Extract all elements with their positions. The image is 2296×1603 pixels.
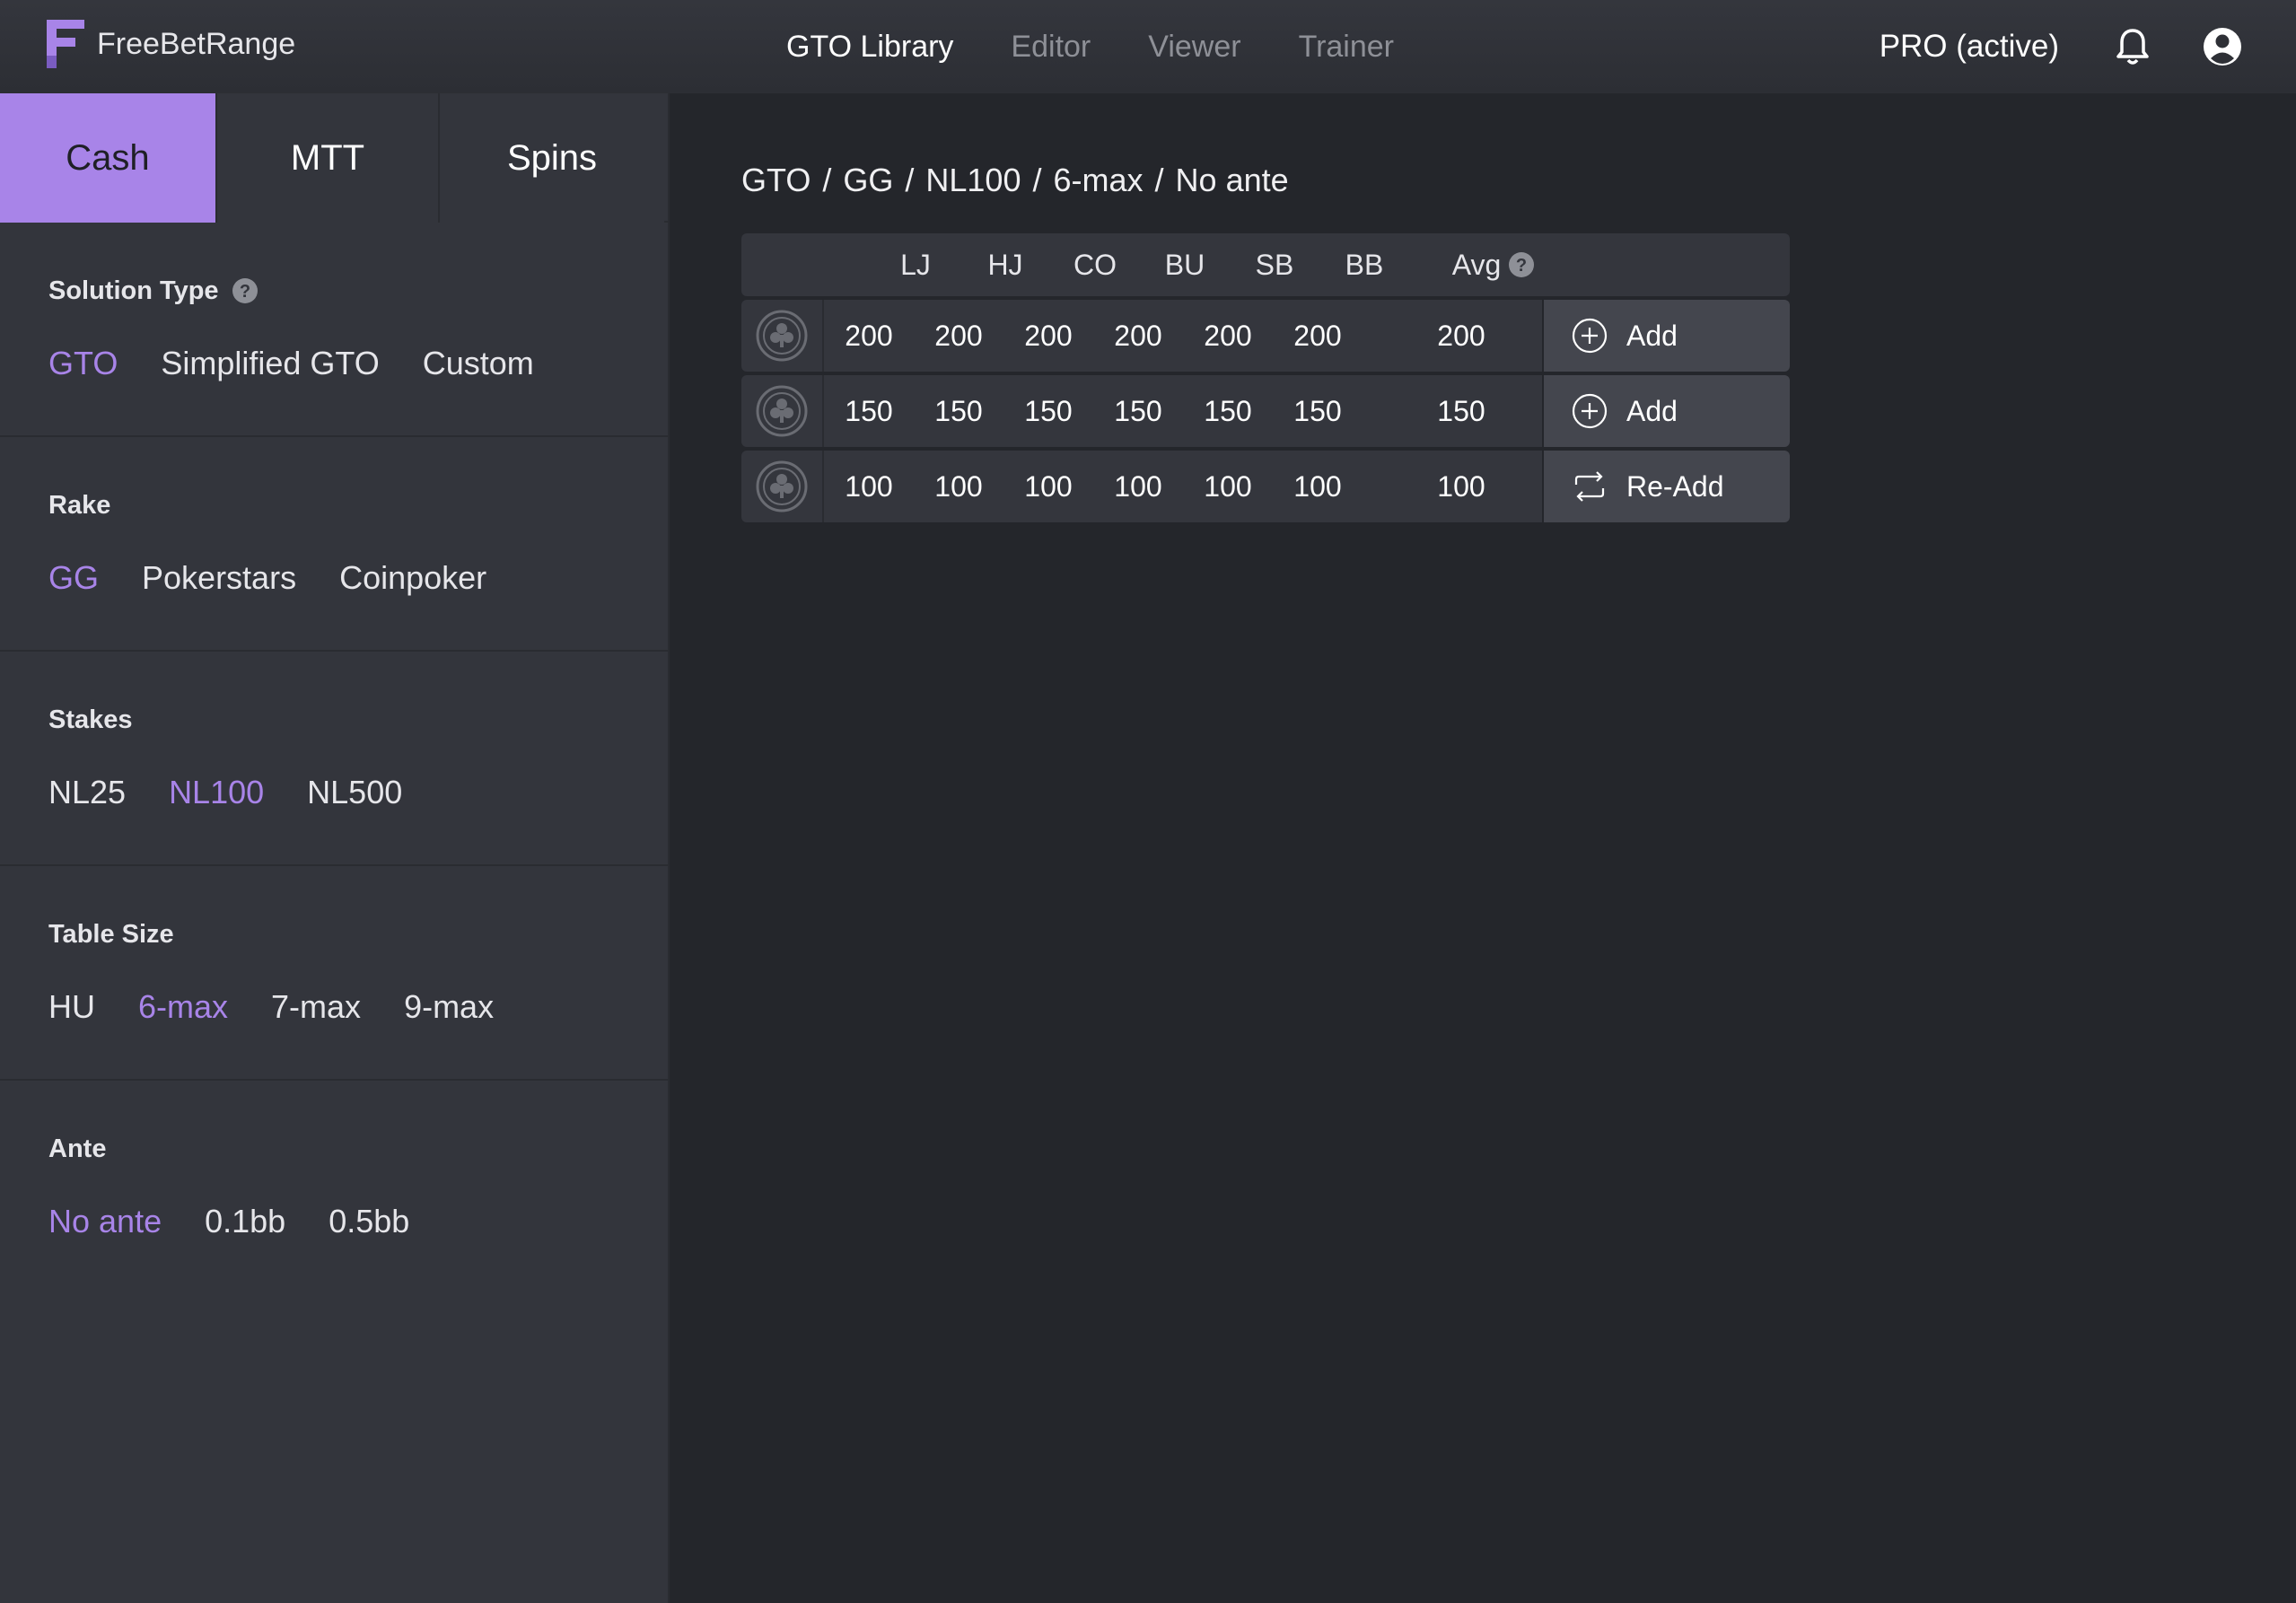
cell-bb: 150 bbox=[1293, 394, 1342, 427]
cell-lj: 100 bbox=[845, 469, 893, 503]
section-rake: Rake GG Pokerstars Coinpoker bbox=[0, 437, 668, 652]
breadcrumb-item[interactable]: GTO bbox=[741, 162, 811, 199]
cell-hj: 100 bbox=[934, 469, 983, 503]
cell-avg: 200 bbox=[1437, 319, 1485, 352]
re-add-button[interactable]: Re-Add bbox=[1544, 451, 1790, 522]
club-chip-icon bbox=[756, 460, 808, 512]
option-hu[interactable]: HU bbox=[48, 988, 95, 1026]
bell-icon[interactable] bbox=[2115, 27, 2151, 66]
option-coinpoker[interactable]: Coinpoker bbox=[339, 559, 486, 597]
subscription-status[interactable]: PRO (active) bbox=[1880, 29, 2059, 65]
add-button[interactable]: Add bbox=[1544, 375, 1790, 447]
option-gg[interactable]: GG bbox=[48, 559, 99, 597]
table-row[interactable]: 100 100 100 100 100 100 100 Re-Add bbox=[741, 451, 1790, 522]
option-no-ante[interactable]: No ante bbox=[48, 1203, 162, 1240]
table-row[interactable]: 200 200 200 200 200 200 200 Add bbox=[741, 300, 1790, 372]
nav-trainer[interactable]: Trainer bbox=[1299, 30, 1394, 65]
col-hj: HJ bbox=[987, 248, 1023, 281]
help-icon[interactable]: ? bbox=[1508, 251, 1535, 278]
col-lj: LJ bbox=[900, 248, 931, 281]
cell-sb: 200 bbox=[1204, 319, 1252, 352]
cell-lj: 150 bbox=[845, 394, 893, 427]
cell-avg: 150 bbox=[1437, 394, 1485, 427]
cell-co: 150 bbox=[1024, 394, 1073, 427]
option-gto[interactable]: GTO bbox=[48, 345, 118, 382]
cell-bb: 200 bbox=[1293, 319, 1342, 352]
section-title: Solution Type bbox=[48, 276, 219, 305]
section-title: Table Size bbox=[48, 919, 174, 949]
option-7-max[interactable]: 7-max bbox=[271, 988, 361, 1026]
brand-name: FreeBetRange bbox=[97, 26, 296, 61]
cell-hj: 150 bbox=[934, 394, 983, 427]
plus-circle-icon bbox=[1572, 393, 1608, 429]
table-header: LJ HJ CO BU SB BB Avg ? bbox=[741, 233, 1790, 296]
main-nav: GTO Library Editor Viewer Trainer bbox=[786, 0, 1451, 93]
cell-bu: 100 bbox=[1114, 469, 1162, 503]
club-chip-icon bbox=[756, 310, 808, 362]
cell-lj: 200 bbox=[845, 319, 893, 352]
filter-sidebar: Cash MTT Spins Solution Type ? GTO Simpl… bbox=[0, 93, 670, 1603]
nav-gto-library[interactable]: GTO Library bbox=[786, 30, 953, 65]
section-title: Stakes bbox=[48, 705, 133, 734]
section-ante: Ante No ante 0.1bb 0.5bb bbox=[0, 1081, 668, 1295]
cell-sb: 150 bbox=[1204, 394, 1252, 427]
add-button[interactable]: Add bbox=[1544, 300, 1790, 372]
section-solution-type: Solution Type ? GTO Simplified GTO Custo… bbox=[0, 223, 668, 437]
breadcrumb-item[interactable]: NL100 bbox=[925, 162, 1021, 199]
breadcrumb-item[interactable]: No ante bbox=[1176, 162, 1289, 199]
help-icon[interactable]: ? bbox=[232, 277, 259, 304]
cell-co: 100 bbox=[1024, 469, 1073, 503]
tab-mtt[interactable]: MTT bbox=[217, 93, 440, 223]
account-icon[interactable] bbox=[2203, 27, 2242, 66]
option-custom[interactable]: Custom bbox=[423, 345, 534, 382]
cell-bu: 200 bbox=[1114, 319, 1162, 352]
brand[interactable]: FreeBetRange bbox=[47, 20, 295, 68]
plus-circle-icon bbox=[1572, 318, 1608, 354]
cell-hj: 200 bbox=[934, 319, 983, 352]
cell-sb: 100 bbox=[1204, 469, 1252, 503]
option-pokerstars[interactable]: Pokerstars bbox=[142, 559, 296, 597]
svg-text:?: ? bbox=[1516, 256, 1527, 276]
nav-editor[interactable]: Editor bbox=[1011, 30, 1091, 65]
cell-bu: 150 bbox=[1114, 394, 1162, 427]
action-label: Add bbox=[1626, 319, 1678, 352]
club-chip-icon bbox=[756, 385, 808, 437]
option-nl25[interactable]: NL25 bbox=[48, 774, 126, 811]
option-0-1bb[interactable]: 0.1bb bbox=[205, 1203, 285, 1240]
option-9-max[interactable]: 9-max bbox=[404, 988, 494, 1026]
section-table-size: Table Size HU 6-max 7-max 9-max bbox=[0, 866, 668, 1081]
cell-bb: 100 bbox=[1293, 469, 1342, 503]
tab-cash[interactable]: Cash bbox=[0, 93, 217, 223]
option-nl500[interactable]: NL500 bbox=[307, 774, 402, 811]
action-label: Re-Add bbox=[1626, 469, 1724, 503]
breadcrumb: GTO / GG / NL100/ 6-max / No ante bbox=[741, 162, 1289, 199]
col-bu: BU bbox=[1164, 248, 1205, 281]
col-co: CO bbox=[1074, 248, 1117, 281]
game-type-tabs: Cash MTT Spins bbox=[0, 93, 668, 223]
table-row[interactable]: 150 150 150 150 150 150 150 Add bbox=[741, 375, 1790, 447]
col-bb: BB bbox=[1345, 248, 1384, 281]
col-sb: SB bbox=[1255, 248, 1294, 281]
section-stakes: Stakes NL25 NL100 NL500 bbox=[0, 652, 668, 866]
cell-avg: 100 bbox=[1437, 469, 1485, 503]
option-simplified-gto[interactable]: Simplified GTO bbox=[161, 345, 379, 382]
col-avg: Avg ? bbox=[1440, 233, 1547, 296]
svg-text:?: ? bbox=[239, 282, 250, 302]
repeat-icon bbox=[1574, 471, 1605, 502]
breadcrumb-item[interactable]: GG bbox=[843, 162, 893, 199]
brand-logo-icon bbox=[47, 20, 84, 68]
option-nl100[interactable]: NL100 bbox=[169, 774, 264, 811]
header-tools: PRO (active) bbox=[1880, 0, 2242, 93]
section-title: Rake bbox=[48, 490, 111, 520]
action-label: Add bbox=[1626, 394, 1678, 427]
option-0-5bb[interactable]: 0.5bb bbox=[329, 1203, 409, 1240]
cell-co: 200 bbox=[1024, 319, 1073, 352]
breadcrumb-item[interactable]: 6-max bbox=[1054, 162, 1144, 199]
solutions-table: LJ HJ CO BU SB BB Avg ? 200 200 200 200 … bbox=[741, 233, 1790, 522]
section-title: Ante bbox=[48, 1134, 107, 1163]
option-6-max[interactable]: 6-max bbox=[138, 988, 228, 1026]
nav-viewer[interactable]: Viewer bbox=[1148, 30, 1240, 65]
tab-spins[interactable]: Spins bbox=[440, 93, 664, 223]
top-navbar: FreeBetRange GTO Library Editor Viewer T… bbox=[0, 0, 2296, 93]
